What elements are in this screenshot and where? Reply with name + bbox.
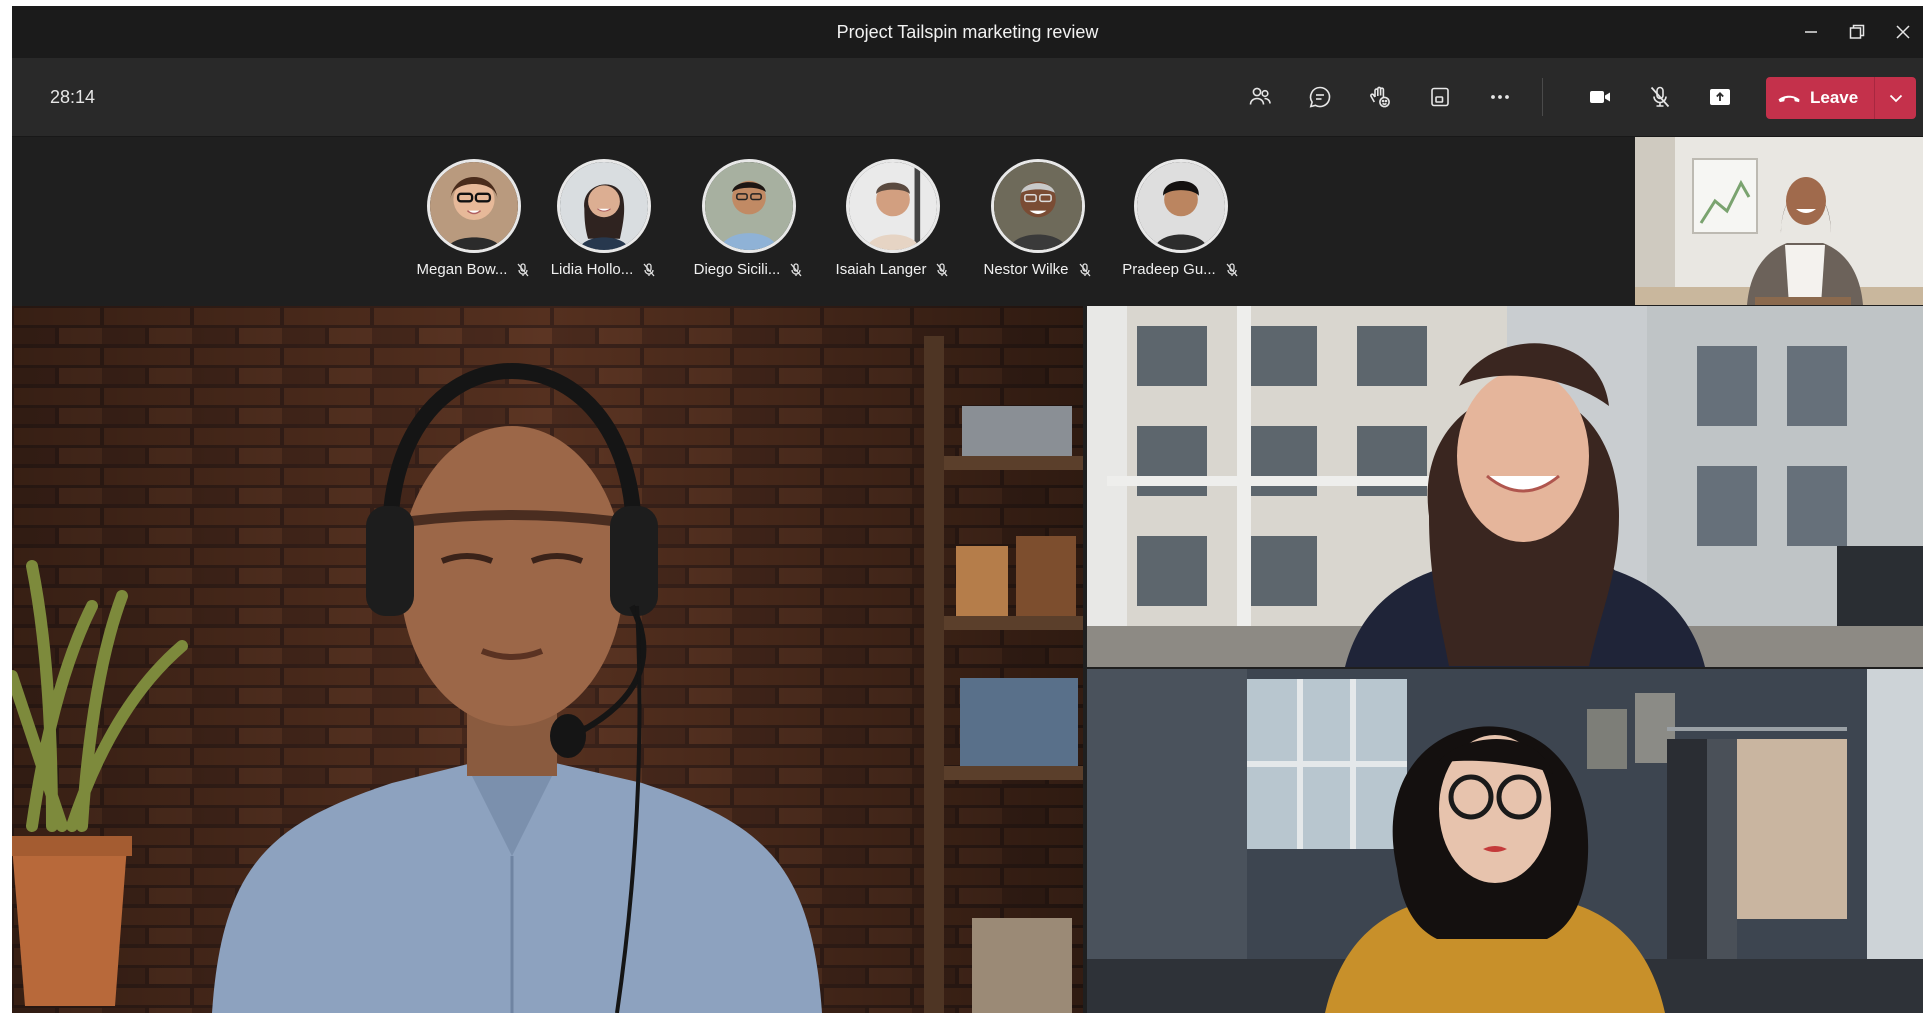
- avatar: [557, 159, 651, 253]
- participant-name-row: Pradeep Gu...: [1116, 261, 1246, 278]
- avatar: [427, 159, 521, 253]
- camera-icon: [1590, 91, 1610, 103]
- share-button[interactable]: [1700, 77, 1740, 117]
- mic-off-icon: [1226, 262, 1238, 276]
- more-actions-button[interactable]: [1480, 77, 1520, 117]
- meeting-toolbar: 28:14 Leave: [12, 58, 1923, 137]
- participant-name: Diego Sicili...: [693, 261, 781, 278]
- participant-item[interactable]: Pradeep Gu...: [1116, 159, 1246, 289]
- toolbar-separator: [1542, 78, 1543, 116]
- restore-button[interactable]: [1834, 6, 1880, 58]
- close-icon: [1896, 25, 1910, 39]
- minimize-button[interactable]: [1788, 6, 1834, 58]
- avatar: [702, 159, 796, 253]
- video-tile-top-right[interactable]: [1087, 306, 1923, 667]
- meeting-title: Project Tailspin marketing review: [836, 22, 1099, 42]
- share-icon: [1710, 89, 1730, 105]
- camera-button[interactable]: [1580, 77, 1620, 117]
- self-view-scene: [1635, 137, 1923, 305]
- raise-hand-icon: [1370, 86, 1390, 108]
- hang-up-icon: [1778, 95, 1800, 103]
- leave-label: Leave: [1810, 88, 1859, 107]
- mic-off-icon: [643, 262, 655, 276]
- view-button[interactable]: [1420, 77, 1460, 117]
- raise-hand-button[interactable]: [1360, 77, 1400, 117]
- participant-name-row: Nestor Wilke: [973, 261, 1103, 278]
- participant-name-row: Megan Bow...: [409, 261, 539, 278]
- participant-strip: Megan Bow... Lidia Hollo... Diego Sicili…: [12, 137, 1635, 305]
- avatar: [846, 159, 940, 253]
- participant-name: Megan Bow...: [416, 261, 508, 278]
- video-scene-glasses-woman: [1087, 669, 1923, 1013]
- leave-divider: [1874, 77, 1875, 119]
- participant-name-row: Lidia Hollo...: [539, 261, 669, 278]
- more-icon: [1491, 95, 1509, 99]
- people-icon: [1249, 87, 1271, 105]
- video-scene-headset: [12, 306, 1083, 1013]
- mic-button[interactable]: [1640, 77, 1680, 117]
- minimize-icon: [1805, 31, 1817, 33]
- participant-item[interactable]: Isaiah Langer: [828, 159, 958, 289]
- mic-off-icon: [1650, 86, 1670, 108]
- mic-off-icon: [1079, 262, 1090, 276]
- leave-button[interactable]: Leave: [1766, 77, 1916, 119]
- view-icon: [1431, 87, 1449, 107]
- participant-item[interactable]: Lidia Hollo...: [539, 159, 669, 289]
- close-button[interactable]: [1880, 6, 1923, 58]
- video-scene-laughing-woman: [1087, 306, 1923, 667]
- participant-name-row: Isaiah Langer: [828, 261, 958, 278]
- avatar: [1134, 159, 1228, 253]
- meeting-timer: 28:14: [50, 87, 96, 107]
- show-participants-button[interactable]: [1240, 77, 1280, 117]
- self-view-video[interactable]: [1635, 137, 1923, 305]
- participant-item[interactable]: Nestor Wilke: [973, 159, 1103, 289]
- title-bar: Project Tailspin marketing review: [12, 6, 1923, 58]
- participant-item[interactable]: Megan Bow...: [409, 159, 539, 289]
- mic-off-icon: [936, 262, 948, 276]
- participant-name-row: Diego Sicili...: [684, 261, 814, 278]
- participant-name: Isaiah Langer: [835, 261, 927, 278]
- avatar: [991, 159, 1085, 253]
- meeting-window: Project Tailspin marketing review 28:14: [12, 6, 1923, 1013]
- participant-item[interactable]: Diego Sicili...: [684, 159, 814, 289]
- video-tile-bottom-right[interactable]: [1087, 669, 1923, 1013]
- chevron-down-icon[interactable]: [1884, 86, 1908, 110]
- mic-off-icon: [790, 262, 802, 276]
- participant-name: Pradeep Gu...: [1122, 261, 1216, 278]
- video-tile-main[interactable]: [12, 306, 1083, 1013]
- mic-off-icon: [517, 262, 529, 276]
- participant-name: Nestor Wilke: [983, 261, 1069, 278]
- restore-icon: [1849, 24, 1865, 39]
- participant-name: Lidia Hollo...: [550, 261, 634, 278]
- chat-button[interactable]: [1300, 77, 1340, 117]
- chat-icon: [1309, 86, 1331, 108]
